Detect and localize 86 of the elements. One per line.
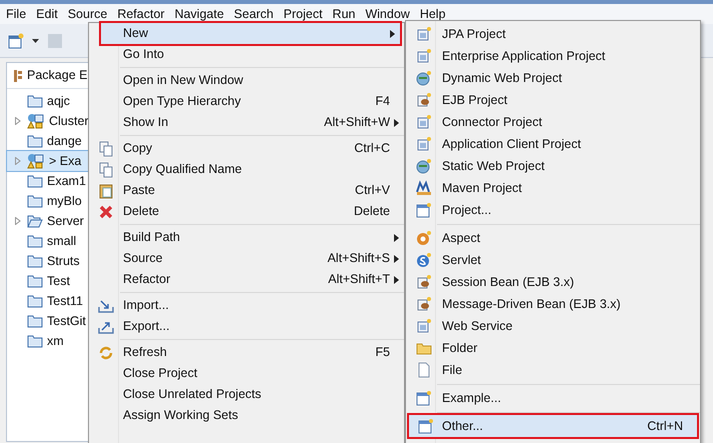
copy-icon (98, 162, 114, 178)
import-icon (98, 298, 114, 314)
submenu-item[interactable]: Project... (406, 199, 700, 221)
window-icon (418, 418, 434, 434)
submenu-item[interactable]: JPA Project (406, 23, 700, 45)
expand-arrow-icon[interactable] (15, 217, 21, 225)
folder-icon (27, 194, 43, 208)
copy-icon (98, 140, 114, 156)
menu-bar-item[interactable]: Source (64, 6, 112, 22)
globe-icon (416, 158, 432, 174)
shortcut-text: F5 (375, 344, 390, 362)
menu-bar-item[interactable]: Window (361, 6, 414, 22)
context-menu-item[interactable]: Assign Working Sets (89, 405, 404, 426)
aspect-icon (416, 230, 432, 246)
shortcut-text: Ctrl+V (354, 182, 390, 200)
context-menu-item[interactable]: Open in New Window (89, 70, 404, 91)
dropdown-caret-icon[interactable] (32, 38, 39, 42)
servlet-icon (416, 252, 432, 268)
shortcut-text: Alt+Shift+S (327, 250, 390, 268)
bean-icon (416, 92, 432, 108)
window-icon (416, 202, 432, 218)
submenu-item[interactable]: Enterprise Application Project (406, 45, 700, 67)
package-explorer-icon (13, 70, 23, 82)
submenu-item[interactable]: Folder (406, 337, 700, 359)
shortcut-text: Ctrl+N (647, 418, 683, 435)
submenu-item[interactable]: Application Client Project (406, 133, 700, 155)
menu-bar-item[interactable]: Help (416, 6, 450, 22)
project-icon (27, 153, 45, 169)
menu-bar-item[interactable]: File (2, 6, 30, 22)
project-icon (416, 114, 432, 130)
menu-bar-item[interactable]: Edit (32, 6, 62, 22)
context-menu-item[interactable]: New (101, 23, 400, 44)
folder-icon (27, 254, 43, 268)
folder-icon (27, 134, 43, 148)
folder-icon (27, 334, 43, 348)
folder-icon (27, 314, 43, 328)
submenu-item[interactable]: Static Web Project (406, 155, 700, 177)
submenu-item[interactable]: Example... (406, 387, 700, 409)
submenu-item[interactable]: Servlet (406, 249, 700, 271)
project-icon (416, 136, 432, 152)
submenu-item[interactable]: Aspect (406, 227, 700, 249)
bean-icon (416, 296, 432, 312)
submenu-item[interactable]: Web Service (406, 315, 700, 337)
menu-bar-item[interactable]: Navigate (170, 6, 228, 22)
folder-icon (27, 274, 43, 288)
refresh-icon (98, 344, 114, 360)
menu-bar-item[interactable]: Project (280, 6, 326, 22)
panel-title[interactable]: Package E (27, 66, 88, 85)
context-menu-item[interactable]: Go Into (89, 44, 404, 65)
folder-icon (27, 234, 43, 248)
submenu-item[interactable]: EJB Project (406, 89, 700, 111)
delete-icon (98, 204, 114, 220)
folder-icon (27, 174, 43, 188)
expand-arrow-icon[interactable] (15, 117, 21, 125)
shortcut-text: Delete (354, 203, 390, 220)
menu-bar-item[interactable]: Run (328, 6, 360, 22)
submenu-item[interactable]: File (406, 359, 700, 381)
shortcut-text: F4 (375, 93, 390, 110)
menu-bar-item[interactable]: Search (230, 6, 278, 22)
project-icon (416, 26, 432, 42)
menu-bar-item[interactable]: Refactor (113, 6, 169, 22)
maven-icon (416, 180, 432, 196)
submenu-item[interactable]: Dynamic Web Project (406, 67, 700, 89)
submenu-item[interactable]: Connector Project (406, 111, 700, 133)
window-icon (416, 390, 432, 406)
shortcut-text: Alt+Shift+W (324, 114, 390, 132)
new-icon[interactable] (8, 32, 24, 48)
submenu-item[interactable]: Other... Ctrl+N (409, 415, 697, 437)
open-folder-icon (27, 214, 43, 228)
folder-icon (27, 94, 43, 108)
submenu-item[interactable]: Message-Driven Bean (EJB 3.x) (406, 293, 700, 315)
folder-icon (27, 294, 43, 308)
shortcut-text: Alt+Shift+T (328, 271, 390, 288)
file-icon (416, 362, 432, 378)
project-icon (416, 48, 432, 64)
project-icon (27, 113, 45, 129)
globe-icon (416, 70, 432, 86)
context-menu-item[interactable]: Close Unrelated Projects (89, 384, 404, 405)
submenu-item[interactable]: Session Bean (EJB 3.x) (406, 271, 700, 293)
bean-icon (416, 274, 432, 290)
clipboard-icon (98, 182, 114, 198)
context-menu-item[interactable]: Close Project (89, 363, 404, 384)
shortcut-text: Ctrl+C (354, 140, 390, 158)
expand-arrow-icon[interactable] (15, 157, 21, 165)
project-icon (416, 318, 432, 334)
submenu-item[interactable]: Maven Project (406, 177, 700, 199)
